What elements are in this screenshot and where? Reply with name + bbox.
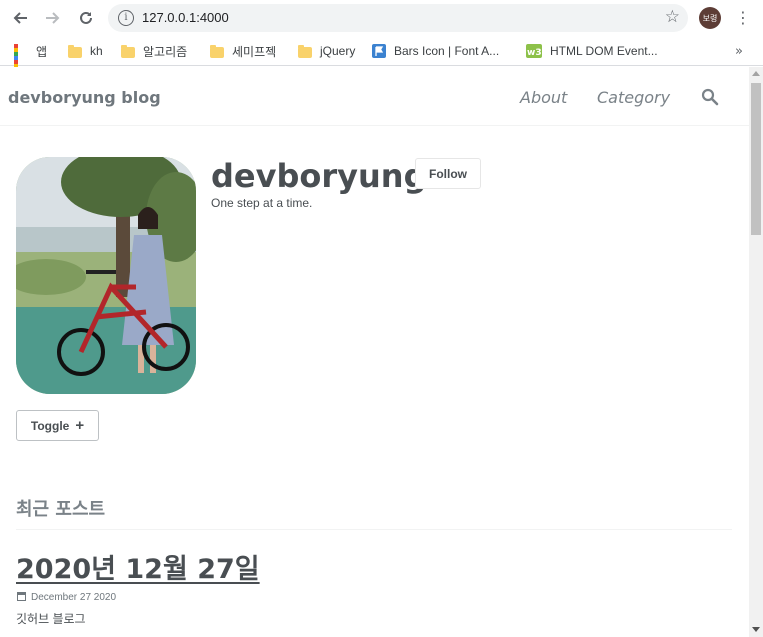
nav-link-about[interactable]: About <box>520 88 567 107</box>
scrollbar-thumb[interactable] <box>751 83 761 235</box>
browser-toolbar: i 127.0.0.1:4000 ☆ 보령 ⋮ <box>0 0 763 36</box>
toggle-button[interactable]: Toggle + <box>16 410 99 441</box>
post-title-link[interactable]: 2020년 12월 27일 <box>16 547 260 586</box>
page-content: devboryung blog About Category devboryun… <box>0 67 749 637</box>
forward-arrow-icon[interactable] <box>41 6 65 30</box>
folder-icon <box>298 44 312 58</box>
apps-grid-icon <box>14 44 28 80</box>
profile-avatar[interactable]: 보령 <box>699 7 721 29</box>
vertical-scrollbar[interactable] <box>749 67 763 637</box>
bookmark-label: 알고리즘 <box>143 44 188 59</box>
bookmark-label: kh <box>90 44 103 58</box>
scroll-down-arrow-icon[interactable] <box>752 627 760 632</box>
bookmark-label: HTML DOM Event... <box>550 44 658 58</box>
back-arrow-icon[interactable] <box>8 6 32 30</box>
bookmark-bars-icon[interactable]: Bars Icon | Font A... <box>372 42 499 60</box>
bookmark-label: 앱 <box>36 44 48 59</box>
flag-icon <box>372 44 386 58</box>
bookmark-label: 세미프젝 <box>232 44 277 59</box>
folder-icon <box>68 44 82 58</box>
folder-icon <box>210 44 224 58</box>
post-date: December 27 2020 <box>17 591 116 604</box>
folder-icon <box>121 44 135 58</box>
author-bio: One step at a time. <box>211 196 313 210</box>
bookmark-html-dom-events[interactable]: w3 HTML DOM Event... <box>526 42 658 60</box>
post-date-text: December 27 2020 <box>31 592 117 603</box>
star-icon[interactable]: ☆ <box>665 7 680 27</box>
address-bar[interactable]: i 127.0.0.1:4000 ☆ <box>108 4 688 32</box>
author-avatar <box>16 157 196 394</box>
bookmark-label: Bars Icon | Font A... <box>394 44 500 58</box>
site-title-link[interactable]: devboryung blog <box>8 88 161 107</box>
svg-text:w3: w3 <box>527 48 542 58</box>
chevron-double-right-icon[interactable]: » <box>735 44 743 59</box>
w3-icon: w3 <box>526 44 542 58</box>
toggle-label: Toggle <box>30 418 70 433</box>
recent-posts-heading: 최근 포스트 <box>16 499 106 520</box>
divider <box>16 529 732 530</box>
bookmark-apps[interactable]: 앱 <box>14 42 48 80</box>
bookmark-algorithm[interactable]: 알고리즘 <box>121 42 187 60</box>
menu-dots-icon[interactable]: ⋮ <box>735 7 751 29</box>
follow-button[interactable]: Follow <box>415 158 481 189</box>
masthead: devboryung blog About Category <box>0 67 749 126</box>
bookmark-semi-project[interactable]: 세미프젝 <box>210 42 276 60</box>
url-text[interactable]: 127.0.0.1:4000 <box>142 10 229 25</box>
bookmark-kh[interactable]: kh <box>68 42 103 60</box>
bookmark-label: jQuery <box>320 44 356 58</box>
bookmarks-bar: 앱 kh 알고리즘 세미프젝 jQuery Bars Icon | Font A… <box>0 36 763 80</box>
bookmark-jquery[interactable]: jQuery <box>298 42 355 60</box>
search-icon[interactable] <box>701 88 719 106</box>
post-excerpt: 깃허브 블로그 <box>16 612 86 626</box>
calendar-icon <box>17 591 26 604</box>
plus-icon: + <box>75 416 85 434</box>
scroll-up-arrow-icon[interactable] <box>752 71 760 76</box>
info-icon[interactable]: i <box>118 10 134 26</box>
author-name: devboryung <box>211 157 427 195</box>
reload-icon[interactable] <box>74 6 98 30</box>
nav-link-category[interactable]: Category <box>597 88 670 107</box>
